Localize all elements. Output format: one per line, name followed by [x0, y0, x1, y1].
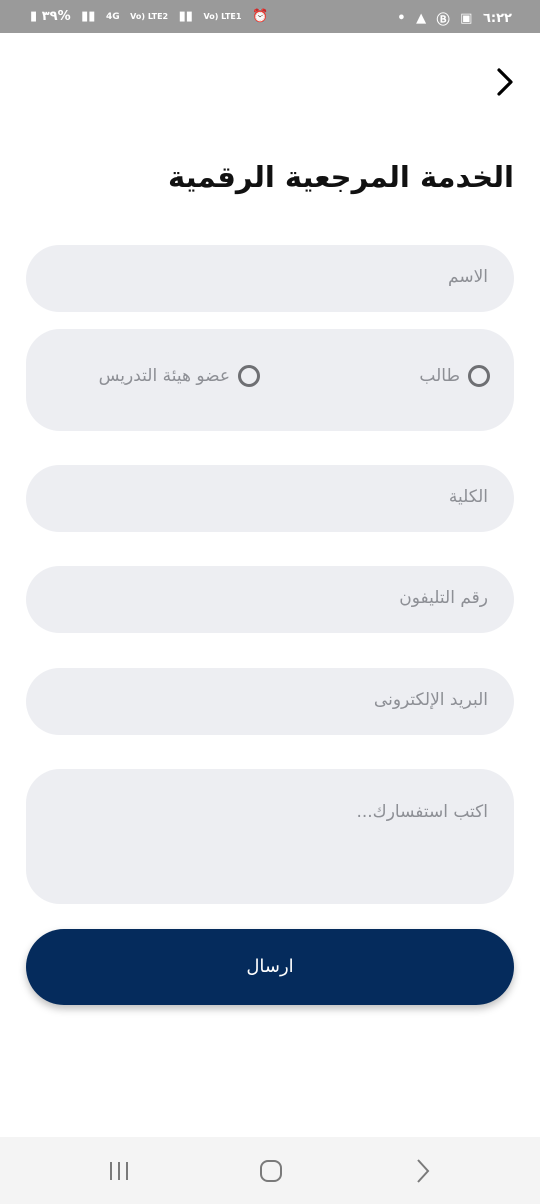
phone-placeholder: رقم التليفون	[399, 588, 488, 608]
recent-apps-button[interactable]	[106, 1157, 136, 1185]
signal-icon: ▮▮	[178, 9, 193, 24]
home-button[interactable]	[256, 1157, 286, 1185]
submit-button[interactable]: ارسال	[26, 929, 514, 1005]
battery-level: ٣٩%	[41, 9, 71, 24]
inquiry-placeholder: اكتب استفسارك...	[356, 802, 488, 822]
alarm-icon: ⏰	[251, 9, 269, 24]
home-icon	[260, 1160, 282, 1182]
inquiry-textarea[interactable]: اكتب استفسارك...	[26, 769, 514, 904]
page-title: الخدمة المرجعية الرقمية	[168, 160, 514, 194]
name-placeholder: الاسم	[448, 267, 488, 287]
email-placeholder: البريد الإلكترونى	[373, 690, 488, 710]
recent-apps-icon	[110, 1162, 128, 1180]
radio-option-faculty-member[interactable]: عضو هيئة التدريس	[99, 365, 260, 387]
phone-field[interactable]: رقم التليفون	[26, 566, 514, 633]
notification-icon: ▲	[416, 11, 427, 26]
status-bar: ▮ ٣٩% ▮▮ 4G Vo) LTE2 ▮▮ Vo) LTE1 ⏰ • ▲ Ⓑ…	[0, 0, 540, 33]
status-right: • ▲ Ⓑ ▣ ٦:٢٢	[397, 9, 512, 28]
signal-icon: ▮▮	[81, 9, 96, 24]
radio-label-faculty-member: عضو هيئة التدريس	[98, 366, 230, 386]
status-left: ▮ ٣٩% ▮▮ 4G Vo) LTE2 ▮▮ Vo) LTE1 ⏰	[30, 9, 268, 24]
chevron-right-icon	[497, 68, 513, 96]
chevron-right-icon	[417, 1159, 430, 1183]
battery-icon: ▮	[30, 9, 38, 24]
radio-option-student[interactable]: طالب	[419, 365, 490, 387]
faculty-placeholder: الكلية	[448, 487, 488, 507]
network-4g: 4G	[105, 11, 120, 22]
radio-label-student: طالب	[419, 366, 460, 386]
image-icon: ▣	[460, 11, 473, 26]
back-button[interactable]	[491, 66, 519, 98]
role-radio-group: طالب عضو هيئة التدريس	[26, 329, 514, 431]
radio-circle-icon	[468, 365, 490, 387]
dot-icon: •	[397, 11, 406, 26]
name-field[interactable]: الاسم	[26, 245, 514, 312]
radio-circle-icon	[238, 365, 260, 387]
network-lte1: Vo) LTE1	[203, 12, 242, 21]
nav-back-button[interactable]	[408, 1157, 438, 1185]
b-icon: Ⓑ	[436, 13, 450, 28]
clock-time: ٦:٢٢	[482, 11, 512, 26]
network-lte2: Vo) LTE2	[130, 12, 169, 21]
faculty-field[interactable]: الكلية	[26, 465, 514, 532]
system-nav-bar	[0, 1137, 540, 1204]
email-field[interactable]: البريد الإلكترونى	[26, 668, 514, 735]
